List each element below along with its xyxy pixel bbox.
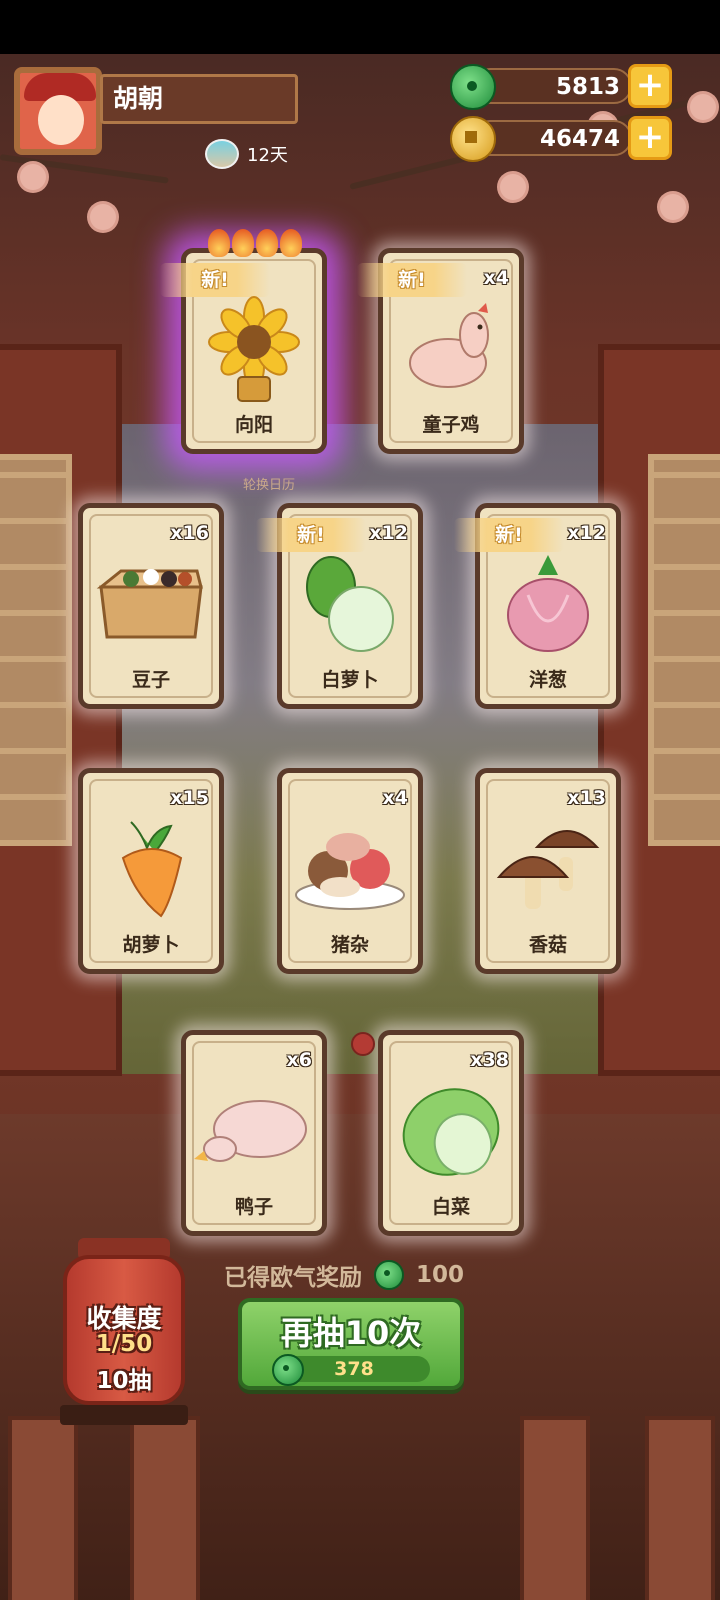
new-badge: 新! <box>357 263 467 297</box>
reward-value: 100 <box>416 1262 465 1288</box>
collection-progress: 1/50 <box>95 1331 153 1357</box>
card-name: 白萝卜 <box>321 669 379 691</box>
flame-icon <box>232 229 254 257</box>
jade-icon <box>272 1354 304 1386</box>
add-coins-button[interactable]: + <box>628 116 672 160</box>
rarity-flames <box>208 229 302 257</box>
card-count: x13 <box>567 787 606 809</box>
card-count: x15 <box>170 787 209 809</box>
card-sunflower[interactable]: 新! 向阳 <box>160 229 327 454</box>
card-name: 豆子 <box>131 669 170 691</box>
collection-draws: 10抽 <box>96 1368 152 1394</box>
duck-icon <box>194 1100 307 1163</box>
ornament-icon <box>351 1032 375 1056</box>
card-count: x16 <box>170 522 209 544</box>
jade-amount: 5813 <box>472 68 632 104</box>
card-count: x12 <box>369 522 408 544</box>
draw-cost: 378 <box>272 1354 430 1386</box>
flame-icon <box>280 229 302 257</box>
sunflower-icon <box>208 296 300 403</box>
card-count: x38 <box>470 1049 509 1071</box>
lantern-stand <box>60 1405 188 1425</box>
card-beans[interactable]: x16 豆子 <box>78 503 224 709</box>
card-cabbage[interactable]: x38 白菜 <box>378 1030 524 1236</box>
card-name: 猪杂 <box>330 934 369 956</box>
card-onion[interactable]: 新! x12 洋葱 <box>454 503 621 709</box>
onion-icon <box>507 555 589 653</box>
coin-currency: 46474 + <box>450 116 672 162</box>
jade-currency: 5813 + <box>450 64 672 110</box>
card-name: 白菜 <box>431 1196 470 1218</box>
card-count: x12 <box>567 522 606 544</box>
add-jade-button[interactable]: + <box>628 64 672 108</box>
days-indicator: 12天 <box>205 138 288 170</box>
card-duck[interactable]: x6 鸭子 <box>181 1030 327 1236</box>
card-count: x6 <box>286 1049 312 1071</box>
status-bar <box>0 0 720 54</box>
card-offal[interactable]: x4 猪杂 <box>277 768 423 974</box>
card-name: 向阳 <box>234 414 273 436</box>
collection-title: 收集度 <box>86 1304 162 1333</box>
draw-cost-value: 378 <box>334 1358 374 1380</box>
card-name: 童子鸡 <box>422 414 480 436</box>
pork-offal-icon <box>295 833 405 911</box>
card-count: x4 <box>483 267 509 289</box>
collection-lantern[interactable]: 收集度 1/50 10抽 <box>63 1255 185 1405</box>
player-avatar[interactable] <box>14 67 102 155</box>
carrot-icon <box>121 821 183 918</box>
draw-again-button[interactable]: 再抽10次 378 <box>238 1298 464 1390</box>
flame-icon <box>208 229 230 257</box>
rotation-calendar-label: 轮换日历 <box>243 478 296 493</box>
card-name: 洋葱 <box>528 669 567 691</box>
card-mushroom[interactable]: x13 香菇 <box>475 768 621 974</box>
reward-label: 已得欧气奖励 <box>224 1265 362 1291</box>
card-count: x4 <box>382 787 408 809</box>
mushroom-icon <box>496 830 600 910</box>
days-label: 12天 <box>247 145 288 166</box>
cabbage-icon <box>402 1088 500 1176</box>
jade-icon <box>450 64 496 110</box>
chicken-icon <box>409 303 489 389</box>
beans-box-icon <box>96 569 203 639</box>
card-name: 鸭子 <box>234 1196 273 1218</box>
card-name: 香菇 <box>528 934 567 956</box>
reward-row: 已得欧气奖励 100 <box>224 1258 464 1292</box>
radish-icon <box>306 556 394 653</box>
jade-icon <box>374 1260 404 1290</box>
card-chicken[interactable]: 新! x4 童子鸡 <box>357 248 524 454</box>
player-name: 胡朝 <box>100 74 298 124</box>
flame-icon <box>256 229 278 257</box>
coin-amount: 46474 <box>472 120 632 156</box>
draw-again-label: 再抽10次 <box>280 1314 422 1352</box>
card-radish[interactable]: 新! x12 白萝卜 <box>256 503 423 709</box>
calendar-bowl-icon <box>205 139 239 169</box>
card-name: 胡萝卜 <box>122 934 180 956</box>
card-carrot[interactable]: x15 胡萝卜 <box>78 768 224 974</box>
coin-icon <box>450 116 496 162</box>
